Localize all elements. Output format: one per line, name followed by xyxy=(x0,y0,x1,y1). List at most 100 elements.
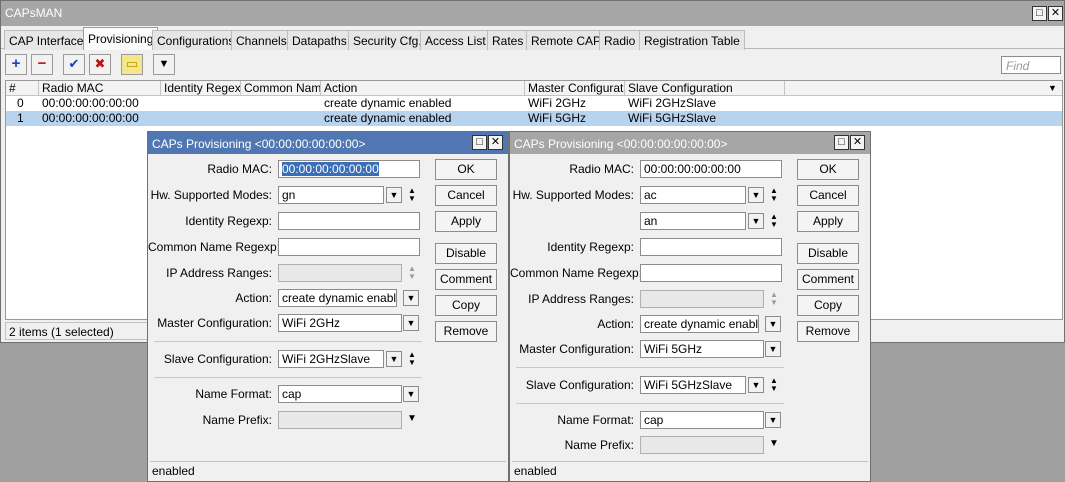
remove-icon[interactable]: − xyxy=(31,54,53,75)
tab-configurations[interactable]: Configurations xyxy=(152,30,240,50)
up-down-icon[interactable]: ▲ ▼ xyxy=(768,291,780,309)
up-down-icon[interactable]: ▲ ▼ xyxy=(768,377,780,395)
tab-cap-interface[interactable]: CAP Interface xyxy=(4,30,89,50)
common-name-field[interactable] xyxy=(278,238,420,256)
tab-remote-cap[interactable]: Remote CAP xyxy=(526,30,607,50)
col-common-name[interactable]: Common Nam... xyxy=(241,81,321,96)
col-num[interactable]: # xyxy=(6,81,39,96)
tab-security-cfg[interactable]: Security Cfg. xyxy=(348,30,427,50)
chevron-down-icon[interactable]: ▼ xyxy=(403,386,419,402)
cancel-button[interactable]: Cancel xyxy=(435,185,497,206)
disable-icon[interactable]: ✖ xyxy=(89,54,111,75)
chevron-down-icon[interactable]: ▼ xyxy=(386,187,402,203)
tab-provisioning[interactable]: Provisioning xyxy=(83,27,159,50)
add-icon[interactable]: + xyxy=(5,54,27,75)
chevron-down-icon[interactable]: ▼ xyxy=(748,187,764,203)
action-select[interactable]: create dynamic enabled xyxy=(278,289,397,307)
ip-ranges-field[interactable] xyxy=(278,264,402,282)
up-down-icon[interactable]: ▲ ▼ xyxy=(406,351,418,369)
maximize-button[interactable]: □ xyxy=(1032,6,1047,21)
tab-registration-table[interactable]: Registration Table xyxy=(639,30,745,50)
radio-mac-field[interactable]: 00:00:00:00:00:00 xyxy=(278,160,420,178)
disable-button[interactable]: Disable xyxy=(797,243,859,264)
chevron-down-icon[interactable]: ▼ xyxy=(407,413,417,424)
slave-config-select[interactable]: WiFi 2GHzSlave xyxy=(278,350,384,368)
chevron-down-icon[interactable]: ▼ xyxy=(765,341,781,357)
slave-config-select[interactable]: WiFi 5GHzSlave xyxy=(640,376,746,394)
cell-slave: WiFi 2GHzSlave xyxy=(628,96,717,110)
close-button[interactable]: ✕ xyxy=(488,135,503,150)
ip-ranges-label: IP Address Ranges: xyxy=(528,292,634,306)
up-down-icon[interactable]: ▲ ▼ xyxy=(406,265,418,283)
col-action[interactable]: Action xyxy=(321,81,525,96)
find-input[interactable]: Find xyxy=(1001,56,1061,74)
chevron-down-icon[interactable]: ▼ xyxy=(386,351,402,367)
remove-button[interactable]: Remove xyxy=(435,321,497,342)
remove-button[interactable]: Remove xyxy=(797,321,859,342)
tab-datapaths[interactable]: Datapaths xyxy=(287,30,352,50)
up-down-icon[interactable]: ▲ ▼ xyxy=(768,187,780,205)
tab-access-list[interactable]: Access List xyxy=(420,30,491,50)
name-prefix-field[interactable] xyxy=(640,436,764,454)
maximize-button[interactable]: □ xyxy=(472,135,487,150)
col-master-config[interactable]: Master Configurati... xyxy=(525,81,625,96)
name-prefix-field[interactable] xyxy=(278,411,402,429)
chevron-down-icon[interactable]: ▼ xyxy=(403,290,419,306)
chevron-down-icon[interactable]: ▼ xyxy=(748,377,764,393)
dialog-status: enabled xyxy=(512,461,868,479)
cancel-button[interactable]: Cancel xyxy=(797,185,859,206)
name-format-field[interactable]: cap xyxy=(278,385,402,403)
copy-button[interactable]: Copy xyxy=(435,295,497,316)
col-identity-regexp[interactable]: Identity Regexp xyxy=(161,81,241,96)
chevron-down-icon[interactable]: ▼ xyxy=(403,315,419,331)
ok-button[interactable]: OK xyxy=(797,159,859,180)
common-name-field[interactable] xyxy=(640,264,782,282)
maximize-button[interactable]: □ xyxy=(834,135,849,150)
action-select[interactable]: create dynamic enabled xyxy=(640,315,759,333)
master-config-select[interactable]: WiFi 5GHz xyxy=(640,340,764,358)
ok-button[interactable]: OK xyxy=(435,159,497,180)
dialog-titlebar[interactable]: CAPs Provisioning <00:00:00:00:00:00> □ … xyxy=(148,132,508,154)
window-title: CAPsMAN xyxy=(5,6,63,20)
close-button[interactable]: ✕ xyxy=(1048,6,1063,21)
common-name-label: Common Name Regexp: xyxy=(148,240,281,254)
master-config-select[interactable]: WiFi 2GHz xyxy=(278,314,402,332)
up-down-icon[interactable]: ▲ ▼ xyxy=(406,187,418,205)
columns-dropdown-icon[interactable]: ▼ xyxy=(1046,81,1062,96)
apply-button[interactable]: Apply xyxy=(435,211,497,232)
identity-regexp-field[interactable] xyxy=(640,238,782,256)
table-row[interactable]: 0 00:00:00:00:00:00 create dynamic enabl… xyxy=(6,96,1062,111)
comment-button[interactable]: Comment xyxy=(435,269,497,290)
identity-regexp-field[interactable] xyxy=(278,212,420,230)
hw-mode-select[interactable]: an xyxy=(640,212,746,230)
up-down-icon[interactable]: ▲ ▼ xyxy=(768,213,780,231)
tab-radio[interactable]: Radio xyxy=(599,30,641,50)
comment-icon[interactable]: ▭ xyxy=(121,54,143,75)
tab-channels[interactable]: Channels xyxy=(231,30,292,50)
name-format-field[interactable]: cap xyxy=(640,411,764,429)
cell-num: 1 xyxy=(17,111,24,125)
enable-icon[interactable]: ✔ xyxy=(63,54,85,75)
close-button[interactable]: ✕ xyxy=(850,135,865,150)
radio-mac-field[interactable]: 00:00:00:00:00:00 xyxy=(640,160,782,178)
comment-button[interactable]: Comment xyxy=(797,269,859,290)
copy-button[interactable]: Copy xyxy=(797,295,859,316)
dialog-titlebar[interactable]: CAPs Provisioning <00:00:00:00:00:00> □ … xyxy=(510,132,870,154)
action-label: Action: xyxy=(597,317,634,331)
hw-mode-select[interactable]: gn xyxy=(278,186,384,204)
chevron-down-icon[interactable]: ▼ xyxy=(748,213,764,229)
disable-button[interactable]: Disable xyxy=(435,243,497,264)
apply-button[interactable]: Apply xyxy=(797,211,859,232)
col-slave-config[interactable]: Slave Configuration xyxy=(625,81,785,96)
chevron-down-icon[interactable]: ▼ xyxy=(769,438,779,449)
window-titlebar[interactable]: CAPsMAN □ ✕ xyxy=(1,1,1064,26)
filter-icon[interactable]: ▼ xyxy=(153,54,175,75)
tab-rates[interactable]: Rates xyxy=(487,30,529,50)
ip-ranges-field[interactable] xyxy=(640,290,764,308)
table-row[interactable]: 1 00:00:00:00:00:00 create dynamic enabl… xyxy=(6,111,1062,126)
col-radio-mac[interactable]: Radio MAC xyxy=(39,81,161,96)
name-prefix-label: Name Prefix: xyxy=(202,413,272,427)
chevron-down-icon[interactable]: ▼ xyxy=(765,412,781,428)
chevron-down-icon[interactable]: ▼ xyxy=(765,316,781,332)
hw-mode-select[interactable]: ac xyxy=(640,186,746,204)
